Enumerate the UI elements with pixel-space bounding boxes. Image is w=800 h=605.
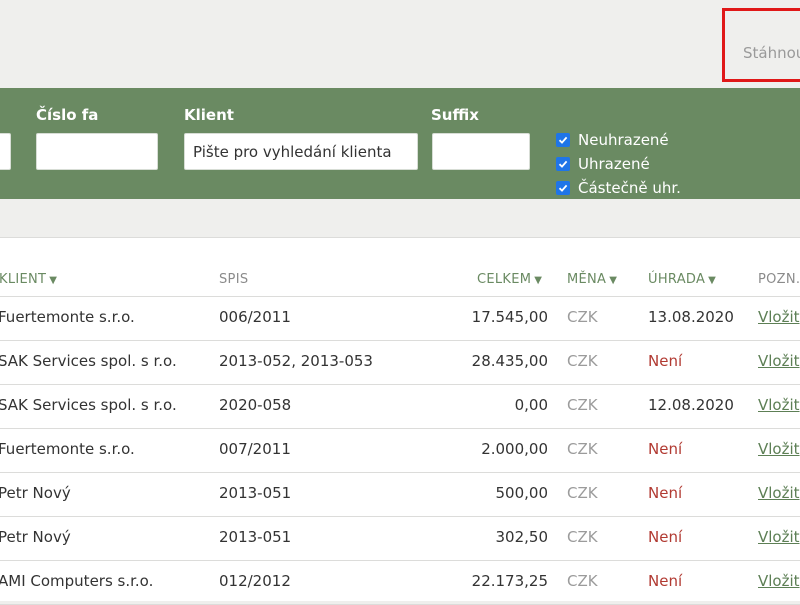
sort-down-icon: ▼ [609, 275, 618, 286]
invoice-number-input[interactable] [36, 133, 158, 170]
payment-cell: Není [648, 572, 683, 590]
total-cell: 0,00 [514, 396, 548, 414]
checkbox-checked-icon[interactable] [556, 133, 570, 147]
insert-note-link[interactable]: Vložit [758, 352, 800, 370]
checkbox-unpaid-label: Neuhrazené [578, 131, 669, 149]
payment-cell: 13.08.2020 [648, 308, 734, 326]
insert-note-link[interactable]: Vložit [758, 528, 800, 546]
client-search-input[interactable] [184, 133, 418, 170]
suffix-input[interactable] [432, 133, 530, 170]
spis-cell: 2013-051 [219, 528, 292, 546]
currency-cell: CZK [567, 572, 598, 590]
client-cell: Fuertemonte s.r.o. [0, 308, 135, 326]
sort-down-icon: ▼ [708, 275, 717, 286]
total-cell: 22.173,25 [471, 572, 548, 590]
spis-cell: 2013-051 [219, 484, 292, 502]
column-header-client[interactable]: KLIENT ▼ [0, 272, 57, 287]
payment-cell: Není [648, 484, 683, 502]
checkbox-checked-icon[interactable] [556, 181, 570, 195]
checkbox-unpaid[interactable]: Neuhrazené [556, 128, 681, 152]
invoice-table: KLIENT ▼ SPIS CELKEM ▼ MĚNA ▼ ÚHRADA ▼ POZN.… [0, 237, 800, 605]
client-cell: Petr Nový [0, 484, 71, 502]
download-button[interactable]: Stáhnout [722, 8, 800, 82]
client-cell: SAK Services spol. s r.o. [0, 396, 177, 414]
client-cell: SAK Services spol. s r.o. [0, 352, 177, 370]
table-row[interactable]: Petr Nový 2013-051 302,50 CZK Není Vložit [0, 517, 800, 561]
column-header-total[interactable]: CELKEM ▼ [477, 272, 542, 287]
column-header-paid[interactable]: ÚHRADA ▼ [648, 272, 716, 287]
total-cell: 28.435,00 [471, 352, 548, 370]
insert-note-link[interactable]: Vložit [758, 396, 800, 414]
checkbox-partially-paid-label: Částečně uhr. [578, 179, 681, 197]
spacer [0, 199, 800, 237]
table-row[interactable]: Fuertemonte s.r.o. 006/2011 17.545,00 CZK 13… [0, 297, 800, 341]
column-header-spis: SPIS [219, 272, 249, 287]
currency-cell: CZK [567, 528, 598, 546]
spis-cell: 006/2011 [219, 308, 291, 326]
table-row[interactable]: Fuertemonte s.r.o. 007/2011 2.000,00 CZK Nen… [0, 429, 800, 473]
spis-cell: 2013-052, 2013-053 [219, 352, 373, 370]
insert-note-link[interactable]: Vložit [758, 484, 800, 502]
currency-cell: CZK [567, 308, 598, 326]
checkbox-paid[interactable]: Uhrazené [556, 152, 681, 176]
checkbox-checked-icon[interactable] [556, 157, 570, 171]
table-row[interactable]: SAK Services spol. s r.o. 2020-058 0,00 CZK… [0, 385, 800, 429]
insert-note-link[interactable]: Vložit [758, 440, 800, 458]
checkbox-paid-label: Uhrazené [578, 155, 650, 173]
client-cell: Petr Nový [0, 528, 71, 546]
insert-note-link[interactable]: Vložit [758, 572, 800, 590]
filter-bar: Číslo fa Klient Suffix Neuhrazené Uhraze… [0, 88, 800, 199]
spis-cell: 007/2011 [219, 440, 291, 458]
table-row[interactable]: SAK Services spol. s r.o. 2013-052, 2013-… [0, 341, 800, 385]
spis-cell: 2020-058 [219, 396, 292, 414]
client-cell: Fuertemonte s.r.o. [0, 440, 135, 458]
currency-cell: CZK [567, 440, 598, 458]
insert-note-link[interactable]: Vložit [758, 308, 800, 326]
spis-cell: 012/2012 [219, 572, 291, 590]
payment-cell: 12.08.2020 [648, 396, 734, 414]
currency-cell: CZK [567, 352, 598, 370]
total-cell: 17.545,00 [471, 308, 548, 326]
payment-cell: Není [648, 352, 683, 370]
total-cell: 2.000,00 [481, 440, 548, 458]
total-cell: 302,50 [495, 528, 549, 546]
table-row[interactable]: AMI Computers s.r.o. 012/2012 22.173,25 CZK… [0, 561, 800, 605]
download-button-label: Stáhnout [743, 44, 800, 62]
suffix-label: Suffix [431, 106, 479, 124]
column-header-currency[interactable]: MĚNA ▼ [567, 272, 617, 287]
currency-cell: CZK [567, 484, 598, 502]
client-cell: AMI Computers s.r.o. [0, 572, 154, 590]
checkbox-partially-paid[interactable]: Částečně uhr. [556, 176, 681, 200]
top-toolbar: Stáhnout [0, 0, 800, 88]
currency-cell: CZK [567, 396, 598, 414]
table-row[interactable]: Petr Nový 2013-051 500,00 CZK Není Vložit [0, 473, 800, 517]
sort-down-icon: ▼ [49, 275, 58, 286]
payment-cell: Není [648, 440, 683, 458]
sort-down-icon: ▼ [534, 275, 543, 286]
invoice-number-label: Číslo fa [36, 106, 99, 124]
payment-status-checkboxes: Neuhrazené Uhrazené Částečně uhr. [556, 128, 681, 200]
filter-input-cut-off[interactable] [0, 133, 11, 170]
column-header-note: POZN. [758, 272, 800, 287]
total-cell: 500,00 [495, 484, 549, 502]
payment-cell: Není [648, 528, 683, 546]
client-filter-label: Klient [184, 106, 234, 124]
